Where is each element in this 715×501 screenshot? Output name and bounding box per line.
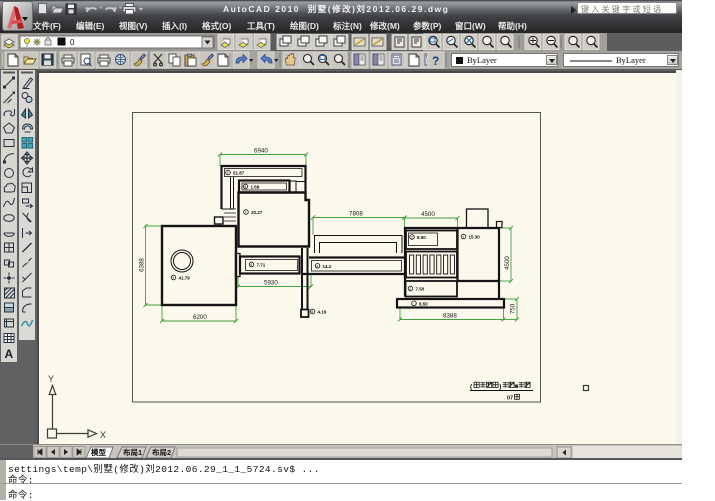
svg-text:7.71: 7.71 (257, 263, 266, 268)
svg-text:41.79: 41.79 (179, 276, 191, 281)
svg-text:): ) (499, 384, 501, 391)
svg-text:2: 2 (227, 171, 229, 175)
svg-text:5930: 5930 (264, 280, 278, 287)
svg-text:15.30: 15.30 (469, 235, 481, 240)
svg-text:8.50: 8.50 (419, 301, 428, 306)
svg-text:8: 8 (244, 185, 246, 189)
svg-text:7.50: 7.50 (416, 287, 425, 292)
svg-text:5: 5 (311, 310, 313, 314)
svg-text:14.2: 14.2 (323, 264, 332, 269)
svg-text:6200: 6200 (193, 314, 207, 321)
svg-text:Y: Y (48, 374, 54, 384)
svg-text:7: 7 (245, 211, 247, 215)
svg-text:07: 07 (507, 396, 513, 402)
svg-text:9: 9 (172, 276, 174, 280)
svg-text:20.27: 20.27 (251, 210, 263, 215)
svg-text:6940: 6940 (254, 148, 268, 155)
svg-text:X: X (100, 430, 106, 440)
svg-text:4: 4 (316, 264, 318, 268)
svg-text:750: 750 (510, 303, 517, 314)
svg-text:6388: 6388 (139, 258, 146, 272)
svg-text:3: 3 (411, 236, 413, 240)
svg-text:4500: 4500 (504, 256, 511, 270)
svg-text:6: 6 (250, 263, 252, 267)
svg-text:8388: 8388 (443, 313, 457, 320)
svg-text:2: 2 (409, 287, 411, 291)
svg-text:4500: 4500 (421, 211, 435, 218)
svg-text:(: ( (470, 384, 473, 391)
svg-text:8.50: 8.50 (417, 235, 426, 240)
svg-text:1.68: 1.68 (251, 185, 260, 190)
svg-text:1: 1 (462, 235, 464, 239)
svg-text:51.87: 51.87 (233, 171, 245, 176)
svg-text:4.19: 4.19 (318, 310, 327, 315)
svg-text:7808: 7808 (349, 211, 363, 218)
